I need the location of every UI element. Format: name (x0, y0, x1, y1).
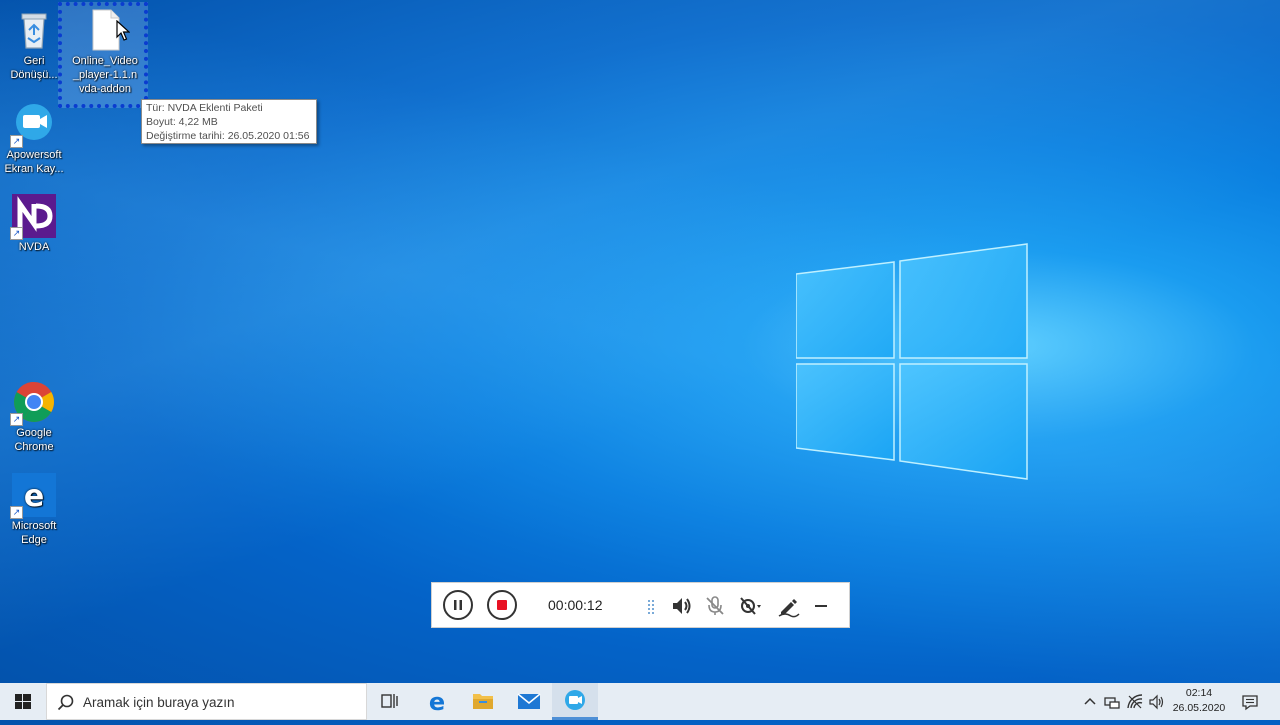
search-placeholder: Aramak için buraya yazın (83, 695, 235, 710)
desktop-icon-label: Geri Dönüşü... (10, 55, 58, 81)
desktop-icon-label-line-3: vda-addon (79, 83, 131, 95)
stop-button[interactable] (487, 590, 517, 620)
shortcut-arrow-icon: ↗ (10, 506, 23, 519)
pause-button[interactable] (443, 590, 473, 620)
chevron-up-icon[interactable] (1081, 693, 1099, 711)
windows-wallpaper-logo-icon (796, 243, 1028, 480)
microphone-off-icon[interactable] (703, 594, 727, 618)
start-button[interactable] (0, 683, 46, 720)
taskbar-search-box[interactable]: Aramak için buraya yazın (46, 683, 367, 720)
mail-icon (517, 693, 541, 709)
nvda-icon: ↗ (10, 194, 56, 240)
desktop-icon-label-line-1: Online_Video (72, 55, 138, 67)
network-status-icon[interactable] (1103, 693, 1121, 711)
taskbar-file-explorer-button[interactable] (460, 683, 506, 720)
desktop-icon-recycle-bin[interactable]: Geri Dönüşü... (0, 8, 68, 82)
file-info-tooltip: Tür: NVDA Eklenti Paketi Boyut: 4,22 MB … (141, 99, 317, 144)
desktop-icon-label: NVDA (18, 241, 50, 253)
svg-text:e: e (24, 479, 44, 514)
desktop-icon-apowersoft[interactable]: ↗ Apowersoft Ekran Kay... (0, 102, 68, 176)
desktop-icon-google-chrome[interactable]: ↗ Google Chrome (0, 380, 68, 454)
taskbar-apowersoft-button[interactable] (552, 683, 598, 720)
screen-recorder-toolbar: 00:00:12 (431, 582, 850, 628)
svg-text:e: e (429, 688, 445, 716)
desktop-icon-label: Apowersoft Ekran Kay... (4, 149, 64, 175)
webcam-off-dropdown-icon[interactable] (738, 594, 762, 618)
action-center-notification-icon[interactable] (1241, 693, 1259, 711)
pause-icon (454, 600, 462, 610)
desktop-icon-nvda[interactable]: ↗ NVDA (0, 194, 68, 254)
annotate-pen-icon[interactable] (777, 594, 801, 618)
desktop-icon-label-line-2: _player-1.1.n (72, 69, 138, 81)
task-view-button[interactable] (367, 683, 413, 720)
folder-icon (473, 694, 493, 709)
tooltip-type: Tür: NVDA Eklenti Paketi (146, 102, 263, 114)
taskbar-mail-button[interactable] (506, 683, 552, 720)
search-icon (57, 694, 74, 711)
chrome-icon: ↗ (10, 380, 56, 426)
tooltip-modified: Değiştirme tarihi: 26.05.2020 01:56 (146, 130, 310, 142)
tooltip-size: Boyut: 4,22 MB (146, 116, 218, 128)
clock-time: 02:14 (1185, 687, 1213, 699)
apowersoft-recorder-icon: ↗ (10, 102, 56, 148)
drag-handle-icon[interactable] (639, 594, 663, 618)
desktop-icon-microsoft-edge[interactable]: e ↗ Microsoft Edge (0, 473, 68, 547)
volume-icon[interactable] (1148, 693, 1166, 711)
apowersoft-recorder-icon (565, 690, 585, 710)
desktop-icon-label: Microsoft Edge (11, 520, 57, 546)
clock-date: 26.05.2020 (1172, 702, 1226, 714)
shortcut-arrow-icon: ↗ (10, 227, 23, 240)
taskbar-edge-button[interactable]: e (414, 683, 460, 720)
desktop-icon-label: Google Chrome (14, 427, 54, 453)
wifi-icon[interactable] (1126, 693, 1144, 711)
task-view-icon (381, 694, 398, 708)
taskbar-clock[interactable]: 02:14 26.05.2020 (1167, 686, 1231, 716)
edge-icon: e ↗ (10, 473, 56, 519)
stop-icon (497, 600, 507, 610)
mouse-cursor-icon (116, 20, 130, 41)
windows-start-icon (15, 694, 31, 709)
taskbar: Aramak için buraya yazın e 02:14 26.05.2… (0, 683, 1280, 720)
minimize-icon[interactable] (809, 594, 833, 618)
shortcut-arrow-icon: ↗ (10, 135, 23, 148)
edge-icon: e (429, 688, 445, 716)
recycle-bin-icon (12, 8, 56, 52)
shortcut-arrow-icon: ↗ (10, 413, 23, 426)
speaker-icon[interactable] (670, 594, 694, 618)
recording-timer: 00:00:12 (548, 597, 603, 613)
